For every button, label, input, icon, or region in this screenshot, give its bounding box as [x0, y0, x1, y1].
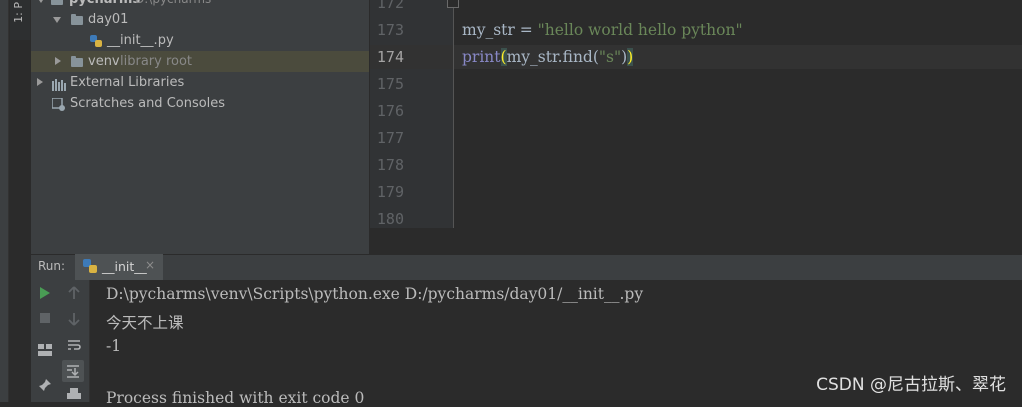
chevron-right-icon[interactable]: [37, 78, 43, 86]
code-expression: my_str.find(: [506, 48, 599, 66]
tree-item-scratches[interactable]: Scratches and Consoles: [31, 93, 369, 114]
folder-icon: [71, 14, 83, 25]
pin-icon[interactable]: [37, 378, 53, 394]
tree-item-external-libraries[interactable]: External Libraries: [31, 72, 369, 93]
run-toolbar: [31, 280, 89, 402]
code-keyword: print: [462, 48, 501, 66]
line-number: 174: [376, 48, 404, 66]
run-icon[interactable]: [37, 286, 53, 302]
soft-wrap-icon[interactable]: [66, 338, 82, 354]
python-icon: [83, 259, 97, 273]
scroll-to-end-icon[interactable]: [62, 360, 84, 382]
console-line: -1: [106, 337, 122, 355]
editor-bottom-area: [370, 228, 1022, 254]
code-variable: my_str: [462, 21, 515, 39]
run-panel-header: [31, 254, 1022, 281]
layout-icon[interactable]: [37, 344, 53, 360]
line-number: 177: [376, 129, 404, 147]
line-number: 172: [376, 0, 404, 12]
console-line: Process finished with exit code 0: [106, 389, 365, 407]
code-string: "s": [598, 48, 622, 66]
tree-item-label: Scratches and Consoles: [70, 96, 226, 111]
tree-item-venv[interactable]: venv library root: [31, 51, 369, 72]
close-icon[interactable]: ×: [145, 258, 155, 272]
line-number: 176: [376, 102, 404, 120]
fold-marker-icon[interactable]: [447, 0, 459, 8]
line-number: 178: [376, 156, 404, 174]
folder-icon: [51, 0, 63, 5]
code-paren-close: ): [627, 48, 634, 66]
scratches-icon: [51, 97, 66, 111]
tree-item-label: day01: [88, 12, 129, 27]
watermark: CSDN @尼古拉斯、翠花: [816, 375, 1006, 395]
chevron-down-icon[interactable]: [37, 0, 45, 3]
project-tool-tab-label: 1: P: [12, 2, 25, 23]
line-number: 175: [376, 75, 404, 93]
console-line: D:\pycharms\venv\Scripts\python.exe D:/p…: [106, 285, 644, 303]
tree-item-day01[interactable]: day01: [31, 9, 369, 30]
libraries-icon: [52, 77, 66, 91]
console-line: 今天不上课: [106, 314, 184, 332]
left-tool-strip: [0, 0, 9, 402]
run-label: Run:: [38, 259, 66, 273]
folder-icon: [71, 56, 83, 67]
python-file-icon: [90, 34, 103, 47]
stop-icon[interactable]: [37, 312, 53, 328]
gutter-separator: [453, 0, 454, 228]
tree-item-label: __init__.py: [107, 33, 174, 48]
line-number: 173: [376, 21, 404, 39]
tree-item-hint: library root: [120, 54, 193, 69]
code-string: "hello world hello python": [537, 21, 743, 39]
arrow-down-icon[interactable]: [66, 312, 82, 328]
line-number: 179: [376, 183, 404, 201]
tree-item-label: External Libraries: [70, 75, 185, 90]
chevron-right-icon[interactable]: [55, 57, 61, 65]
code-line-174: print(my_str.find("s")): [462, 48, 634, 66]
code-operator: =: [514, 21, 538, 39]
tree-item-init-py[interactable]: __init__.py: [31, 30, 369, 51]
project-panel: pycharms D:\pycharms day01 __init__.py v…: [31, 0, 369, 254]
run-tab-label: __init__: [102, 259, 147, 274]
line-number: 180: [376, 210, 404, 228]
code-line-173: my_str = "hello world hello python": [462, 21, 743, 39]
tree-item-label: venv: [88, 54, 120, 69]
arrow-up-icon[interactable]: [66, 286, 82, 302]
chevron-down-icon[interactable]: [53, 17, 61, 23]
